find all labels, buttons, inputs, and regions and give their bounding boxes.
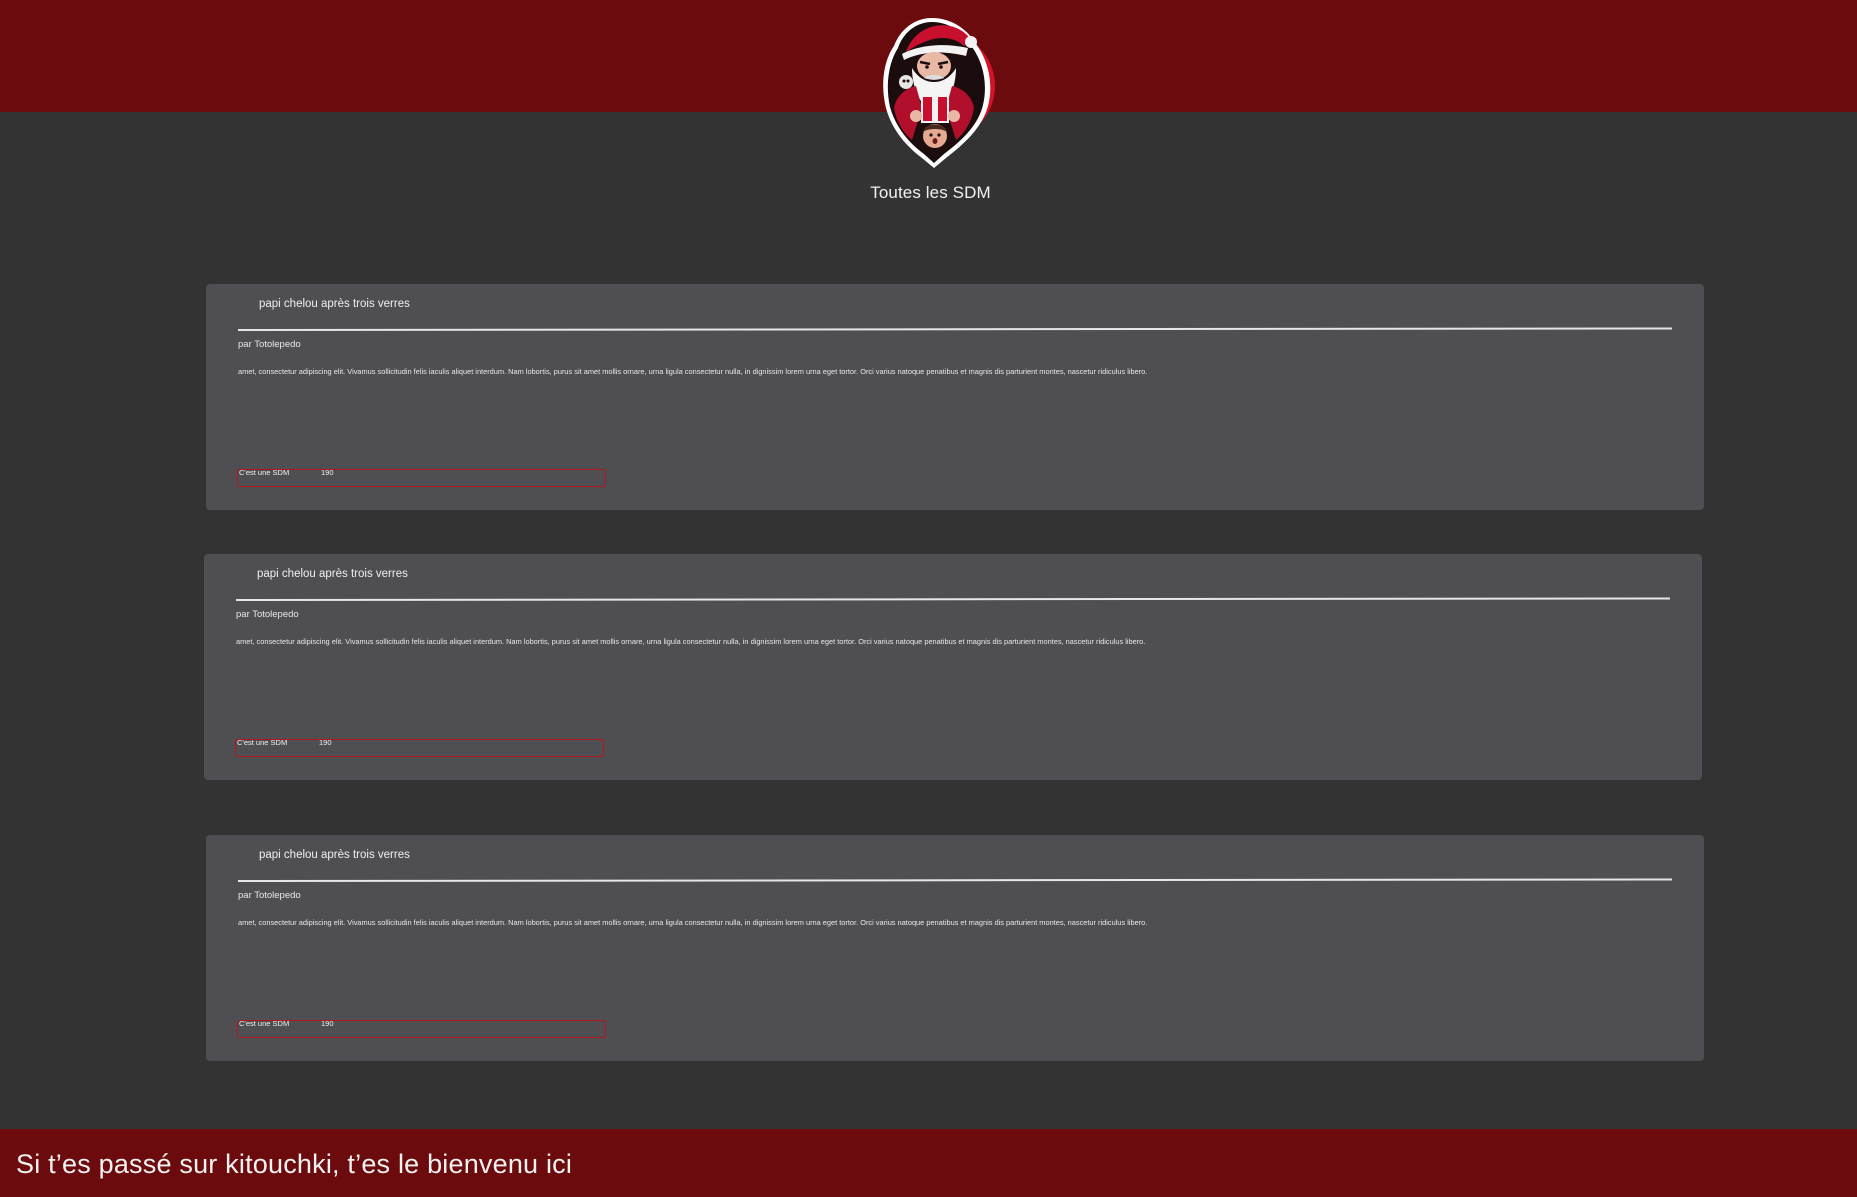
divider: [237, 878, 1672, 882]
page: Toutes les SDM papi chelou après trois v…: [0, 0, 1857, 1197]
footer-band: Si t’es passé sur kitouchki, t’es le bie…: [0, 1129, 1857, 1197]
sdm-tag-bar[interactable]: C'est une SDM 190: [237, 468, 606, 487]
divider: [235, 597, 1670, 601]
sdm-tag-bar[interactable]: C'est une SDM 190: [235, 738, 604, 757]
post-title[interactable]: papi chelou après trois verres: [257, 568, 408, 580]
sdm-count: 190: [319, 738, 332, 747]
sdm-tag-bar[interactable]: C'est une SDM 190: [237, 1019, 606, 1038]
post-body: amet, consectetur adipiscing elit. Vivam…: [238, 367, 1148, 376]
sdm-tag-label: C'est une SDM: [239, 1019, 290, 1028]
sdm-count: 190: [321, 1019, 334, 1028]
post-body: amet, consectetur adipiscing elit. Vivam…: [238, 918, 1148, 927]
sdm-count: 190: [321, 468, 334, 477]
post-card[interactable]: papi chelou après trois verres par Totol…: [206, 835, 1704, 1061]
post-author: par Totolepedo: [238, 890, 301, 901]
post-card[interactable]: papi chelou après trois verres par Totol…: [206, 284, 1704, 510]
santa-claus-mascot-icon[interactable]: [872, 12, 997, 170]
post-body: amet, consectetur adipiscing elit. Vivam…: [236, 637, 1146, 646]
post-author: par Totolepedo: [238, 339, 301, 350]
post-card[interactable]: papi chelou après trois verres par Totol…: [204, 554, 1702, 780]
page-title: Toutes les SDM: [870, 183, 991, 202]
post-title[interactable]: papi chelou après trois verres: [259, 298, 410, 310]
footer-text: Si t’es passé sur kitouchki, t’es le bie…: [16, 1149, 573, 1179]
post-author: par Totolepedo: [236, 609, 299, 620]
sdm-tag-label: C'est une SDM: [237, 738, 288, 747]
sdm-tag-label: C'est une SDM: [239, 468, 290, 477]
divider: [237, 327, 1672, 331]
post-title[interactable]: papi chelou après trois verres: [259, 849, 410, 861]
